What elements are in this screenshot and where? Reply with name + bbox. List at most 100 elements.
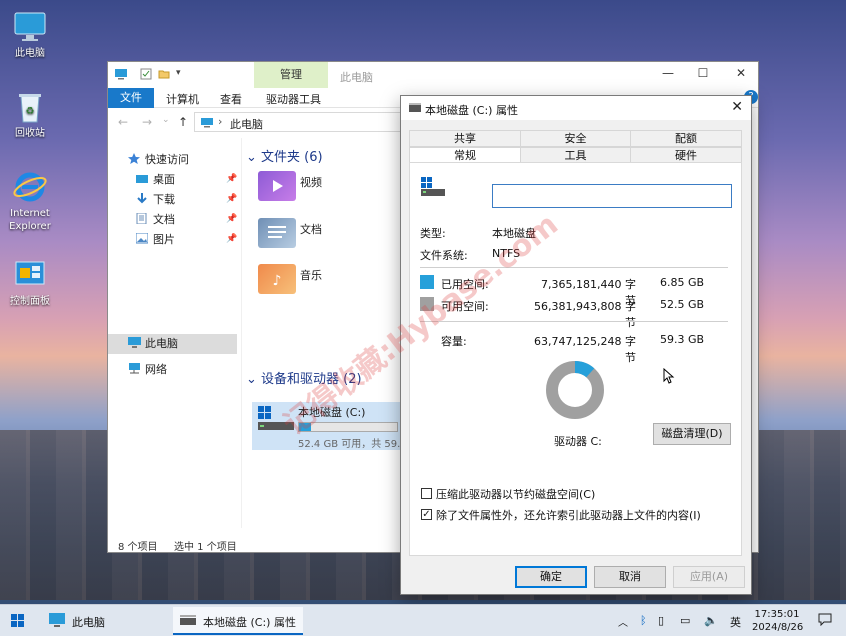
type-label: 类型:	[420, 227, 446, 240]
notification-center-icon[interactable]	[818, 613, 832, 629]
recent-locations-chevron-icon[interactable]: ⌄	[162, 115, 170, 125]
usb-icon[interactable]: ▯	[658, 614, 664, 627]
drive-name-input[interactable]	[492, 184, 732, 208]
minimize-icon[interactable]: —	[658, 66, 678, 84]
free-space-label: 可用空间:	[441, 300, 489, 313]
folder-label-music[interactable]: 音乐	[300, 267, 322, 283]
section-title: 设备和驱动器 (2)	[261, 372, 362, 387]
nav-item-desktop[interactable]: 桌面	[136, 170, 175, 190]
taskbar: 此电脑 本地磁盘 (C:) 属性 ︿ ᛒ ▯ ▭ 🔈 英 17:35:01 20…	[0, 604, 846, 636]
type-value: 本地磁盘	[492, 227, 536, 240]
dialog-title-bar[interactable]: 本地磁盘 (C:) 属性 ✕	[401, 96, 751, 120]
desktop-icon-internet-explorer[interactable]: Internet Explorer	[4, 170, 56, 233]
compress-drive-label[interactable]: 压缩此驱动器以节约磁盘空间(C)	[436, 486, 595, 502]
monitor-icon	[12, 10, 48, 44]
this-pc-icon	[128, 335, 141, 348]
nav-item-downloads[interactable]: 下载	[136, 190, 175, 210]
bluetooth-icon[interactable]: ᛒ	[640, 614, 647, 627]
drive-tile-c[interactable]: 本地磁盘 (C:) 52.4 GB 可用，共 59.3	[252, 402, 407, 450]
ribbon-tab-view[interactable]: 查看	[220, 91, 242, 107]
music-folder-icon[interactable]: ♪	[258, 264, 296, 294]
ribbon-tab-file[interactable]: 文件	[108, 88, 154, 108]
taskbar-item-this-pc[interactable]: 此电脑	[72, 614, 105, 630]
used-space-label: 已用空间:	[441, 278, 489, 291]
tab-quota[interactable]: 配额	[630, 130, 742, 147]
nav-label: 下载	[153, 193, 175, 206]
internet-explorer-icon	[12, 170, 48, 204]
content-pane: ⌄ 文件夹 (6) 视频 文档 ♪ 音乐 ⌄ 设备和驱动器 (2) 本地磁盘 (…	[242, 138, 407, 528]
properties-icon[interactable]	[140, 68, 152, 83]
nav-label: 图片	[153, 233, 175, 246]
close-icon[interactable]: ✕	[731, 99, 743, 115]
volume-icon[interactable]: 🔈	[704, 614, 718, 627]
index-contents-label[interactable]: 除了文件属性外，还允许索引此驱动器上文件的内容(I)	[436, 507, 701, 523]
divider	[420, 321, 728, 322]
folder-label-documents[interactable]: 文档	[300, 221, 322, 237]
ribbon-tab-drive-tools[interactable]: 驱动器工具	[266, 91, 321, 107]
pin-icon: 📌	[226, 234, 238, 244]
cancel-button[interactable]: 取消	[594, 566, 666, 588]
back-arrow-icon[interactable]: ←	[118, 115, 128, 129]
devices-section-header[interactable]: ⌄ 设备和驱动器 (2)	[246, 368, 362, 387]
nav-item-pictures[interactable]: 图片	[135, 230, 175, 250]
customize-toolbar-icon[interactable]: ▾	[176, 68, 181, 78]
nav-label: 桌面	[153, 173, 175, 186]
compress-drive-checkbox[interactable]	[421, 488, 432, 499]
show-hidden-icons-chevron-icon[interactable]: ︿	[618, 614, 628, 629]
drive-properties-dialog[interactable]: 本地磁盘 (C:) 属性 ✕ 共享 安全 配额 常规 工具 硬件 类型: 本地磁…	[400, 95, 752, 595]
maximize-icon[interactable]: ☐	[693, 66, 713, 84]
address-path[interactable]: 此电脑	[230, 116, 263, 132]
general-tab-panel: 类型: 本地磁盘 文件系统: NTFS 已用空间: 7,365,181,440 …	[409, 162, 742, 556]
explorer-window-title: 此电脑	[340, 71, 373, 84]
nav-label: 网络	[145, 363, 167, 376]
status-selected-count: 选中 1 个项目	[174, 542, 237, 553]
collapse-chevron-icon: ⌄	[246, 150, 262, 165]
free-space-swatch	[420, 297, 434, 311]
clock[interactable]: 17:35:01 2024/8/26	[752, 608, 804, 634]
network-tray-icon[interactable]: ▭	[680, 614, 690, 627]
drive-name: 本地磁盘 (C:)	[298, 406, 366, 419]
ribbon-tab-manage[interactable]: 管理	[254, 62, 328, 88]
disk-usage-donut	[546, 361, 604, 419]
nav-item-documents[interactable]: 文档	[136, 210, 175, 230]
clock-time: 17:35:01	[754, 609, 800, 620]
desktop-icon-control-panel[interactable]: 控制面板	[4, 258, 56, 308]
download-arrow-icon	[136, 191, 148, 204]
desktop-folder-icon	[136, 171, 148, 183]
desktop-icon-this-pc[interactable]: 此电脑	[4, 10, 56, 60]
input-method-indicator[interactable]: 英	[730, 614, 741, 630]
ribbon-tab-computer[interactable]: 计算机	[166, 91, 199, 107]
nav-network[interactable]: 网络	[128, 360, 167, 380]
nav-this-pc[interactable]: 此电脑	[128, 334, 178, 354]
address-box[interactable]	[194, 112, 406, 132]
tab-sharing[interactable]: 共享	[409, 130, 521, 147]
index-contents-checkbox[interactable]: ✓	[421, 509, 432, 520]
close-icon[interactable]: ✕	[731, 66, 751, 84]
ok-button[interactable]: 确定	[515, 566, 587, 588]
disk-cleanup-button[interactable]: 磁盘清理(D)	[653, 423, 731, 445]
this-pc-taskbar-icon[interactable]	[48, 612, 66, 631]
filesystem-value: NTFS	[492, 247, 521, 260]
drive-small-icon	[409, 103, 421, 112]
nav-quick-access[interactable]: 快速访问	[128, 150, 189, 170]
desktop-icon-recycle-bin[interactable]: ♻ 回收站	[4, 90, 56, 140]
taskbar-item-properties[interactable]: 本地磁盘 (C:) 属性	[173, 607, 303, 635]
apply-button[interactable]: 应用(A)	[673, 566, 745, 588]
control-panel-icon	[12, 258, 48, 292]
clock-date: 2024/8/26	[752, 622, 804, 633]
start-windows-icon[interactable]	[11, 614, 25, 628]
mouse-cursor-icon	[663, 368, 675, 384]
documents-folder-icon[interactable]	[258, 218, 296, 248]
pin-icon: 📌	[226, 194, 238, 204]
up-arrow-icon[interactable]: ↑	[178, 115, 188, 129]
network-icon	[128, 361, 140, 374]
explorer-title-bar[interactable]: ▾ 管理 此电脑 — ☐ ✕	[108, 62, 758, 88]
forward-arrow-icon[interactable]: →	[142, 115, 152, 129]
videos-folder-icon[interactable]	[258, 171, 296, 201]
folder-label-videos[interactable]: 视频	[300, 174, 322, 190]
new-folder-icon[interactable]	[158, 68, 170, 83]
document-icon	[136, 211, 148, 225]
capacity-gb: 59.3 GB	[660, 333, 705, 346]
folders-section-header[interactable]: ⌄ 文件夹 (6)	[246, 146, 323, 165]
tab-security[interactable]: 安全	[520, 130, 631, 147]
